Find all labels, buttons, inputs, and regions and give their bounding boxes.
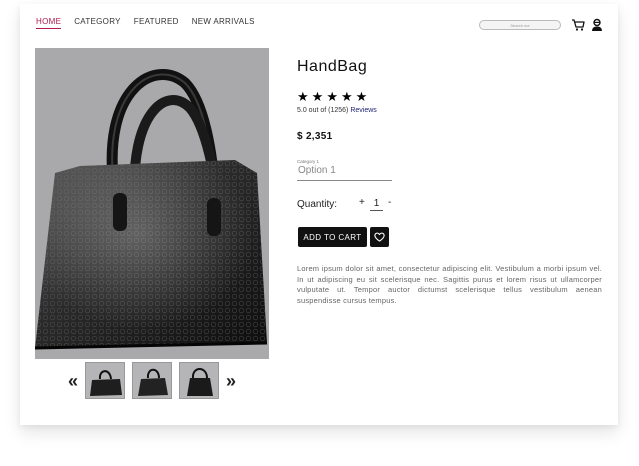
- search-input[interactable]: [479, 20, 561, 30]
- quantity-label: Quantity:: [297, 199, 338, 210]
- cart-icon[interactable]: [571, 18, 585, 32]
- prev-arrow[interactable]: «: [68, 372, 78, 390]
- thumbnail-1[interactable]: [85, 362, 126, 399]
- star-icon: ★: [355, 89, 368, 104]
- star-icon: ★: [326, 89, 338, 104]
- star-icon: ★: [311, 89, 324, 104]
- heart-icon: [374, 230, 385, 245]
- product-main-image: [35, 48, 269, 359]
- quantity-decrease-button[interactable]: -: [388, 197, 391, 208]
- product-title: HandBag: [297, 58, 368, 75]
- star-icon: ★: [340, 89, 353, 104]
- product-price: $ 2,351: [297, 131, 333, 142]
- rating-text: 5.0 out of (1256): [297, 107, 349, 114]
- thumbnail-2[interactable]: [132, 362, 173, 399]
- wishlist-button[interactable]: [370, 227, 389, 247]
- star-icon: ★: [297, 89, 309, 104]
- category-label: Category 1: [297, 159, 320, 164]
- product-description: Lorem ipsum dolor sit amet, consectetur …: [297, 264, 602, 305]
- nav-category[interactable]: CATEGORY: [74, 17, 121, 29]
- product-card: HOME CATEGORY FEATURED NEW ARRIVALS Sear…: [20, 4, 618, 425]
- reviews-link[interactable]: Reviews: [350, 107, 376, 114]
- next-arrow[interactable]: »: [226, 372, 236, 390]
- add-to-cart-button[interactable]: ADD TO CART: [298, 227, 367, 247]
- thumbnail-3[interactable]: [179, 362, 220, 399]
- thumbnail-strip: « »: [68, 362, 236, 399]
- quantity-value[interactable]: 1: [370, 198, 383, 211]
- category-select[interactable]: Option 1: [297, 165, 392, 181]
- rating-summary: 5.0 out of (1256) Reviews: [297, 107, 377, 114]
- nav-home[interactable]: HOME: [36, 17, 62, 29]
- top-nav: HOME CATEGORY FEATURED NEW ARRIVALS: [36, 17, 255, 29]
- quantity-increase-button[interactable]: +: [359, 197, 365, 208]
- nav-featured[interactable]: FEATURED: [134, 17, 179, 29]
- nav-new-arrivals[interactable]: NEW ARRIVALS: [192, 17, 255, 29]
- user-icon[interactable]: [590, 18, 604, 32]
- rating-stars: ★ ★ ★ ★ ★: [297, 90, 367, 103]
